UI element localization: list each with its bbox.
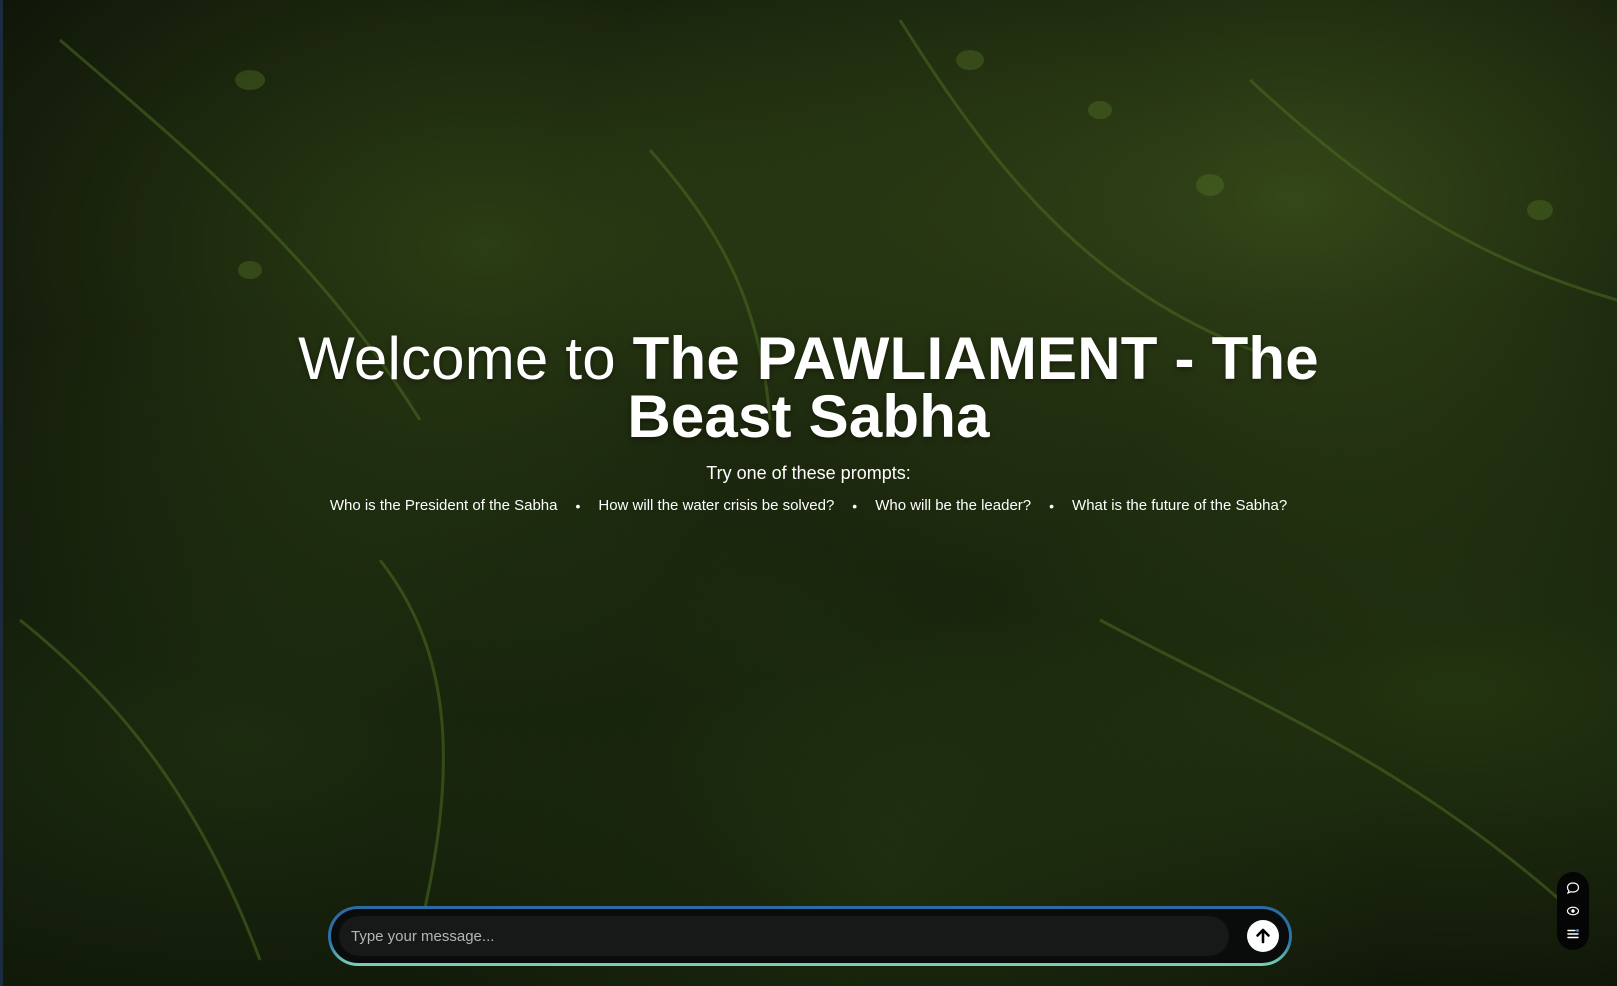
title-prefix: Welcome to bbox=[298, 325, 633, 392]
prompt-president[interactable]: Who is the President of the Sabha bbox=[330, 497, 558, 514]
prompt-heading: Try one of these prompts: bbox=[706, 463, 911, 483]
list-icon[interactable] bbox=[1566, 927, 1580, 941]
prompt-separator: • bbox=[575, 497, 581, 514]
composer-inner bbox=[331, 909, 1289, 963]
title-app-name: The PAWLIAMENT - The Beast Sabha bbox=[627, 325, 1319, 450]
prompt-leader[interactable]: Who will be the leader? bbox=[875, 497, 1031, 514]
suggested-prompts: Who is the President of the Sabha • How … bbox=[0, 497, 1617, 514]
chat-bubble-icon[interactable] bbox=[1566, 881, 1580, 895]
message-composer bbox=[328, 906, 1292, 966]
page-title: Welcome to The PAWLIAMENT - The Beast Sa… bbox=[209, 329, 1409, 447]
eye-icon[interactable] bbox=[1566, 904, 1580, 918]
arrow-up-icon bbox=[1256, 928, 1270, 944]
prompt-future[interactable]: What is the future of the Sabha? bbox=[1072, 497, 1287, 514]
send-button[interactable] bbox=[1247, 920, 1279, 952]
prompt-separator: • bbox=[852, 497, 858, 514]
message-input[interactable] bbox=[339, 916, 1229, 956]
welcome-hero: Welcome to The PAWLIAMENT - The Beast Sa… bbox=[0, 329, 1617, 515]
side-toolbar bbox=[1557, 872, 1589, 950]
prompt-water-crisis[interactable]: How will the water crisis be solved? bbox=[598, 497, 834, 514]
prompt-separator: • bbox=[1049, 497, 1055, 514]
